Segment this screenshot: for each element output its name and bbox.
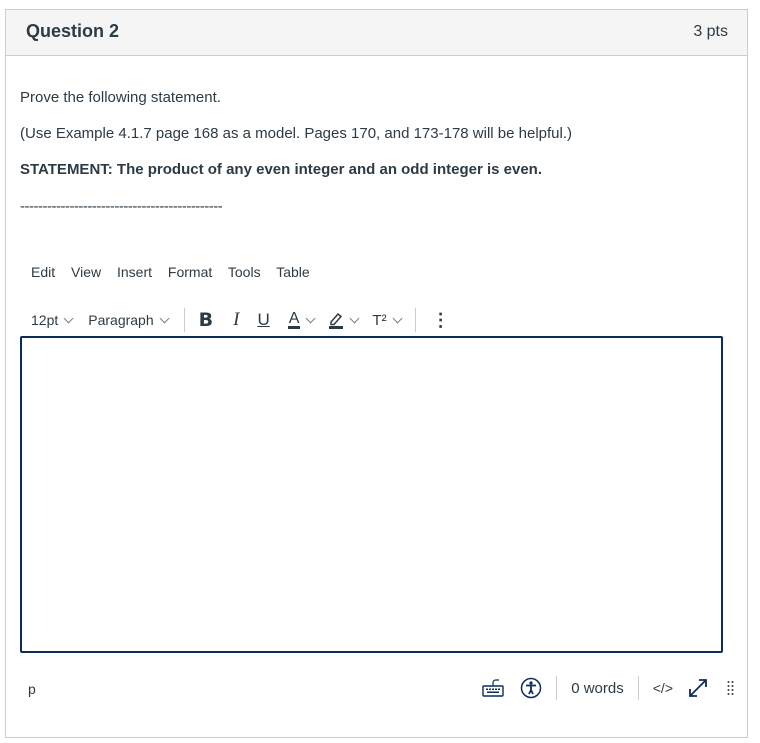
superscript-icon: T² [372,311,387,329]
question-points: 3 pts [693,23,728,40]
toolbar-separator [414,308,416,332]
menu-view[interactable]: View [71,264,101,280]
menu-format[interactable]: Format [168,264,212,280]
chevron-down-icon [392,313,403,323]
menu-insert[interactable]: Insert [117,264,152,280]
question-header: Question 2 3 pts [6,10,747,56]
underline-button[interactable]: U [257,310,269,330]
highlighter-icon [328,311,344,329]
font-size-value: 12pt [31,312,59,328]
toolbar-separator [183,308,185,332]
statusbar-separator [637,676,639,700]
editor-menubar: Edit View Insert Format Tools Table [31,264,322,280]
word-count[interactable]: 0 words [571,680,624,697]
block-format-value: Paragraph [88,312,154,328]
divider-line: ----------------------------------------… [20,198,223,215]
question-statement: STATEMENT: The product of any even integ… [20,161,543,178]
highlight-color-button[interactable] [328,311,360,329]
menu-tools[interactable]: Tools [228,264,261,280]
html-editor-toggle[interactable]: </> [653,680,673,696]
superscript-button[interactable]: T² [372,311,403,329]
question-hint: (Use Example 4.1.7 page 168 as a model. … [20,125,573,142]
more-options-button[interactable]: ⋮ [432,310,450,331]
chevron-down-icon [349,313,360,323]
menu-edit[interactable]: Edit [31,264,55,280]
chevron-down-icon [159,313,170,323]
bold-button[interactable]: B [199,309,213,331]
rich-text-editor[interactable] [20,336,723,653]
block-format-dropdown[interactable]: Paragraph [88,312,170,328]
statusbar-separator [556,676,558,700]
editor-toolbar: 12pt Paragraph B I U A T² ⋮ [31,302,450,338]
chevron-down-icon [63,313,74,323]
menu-table[interactable]: Table [276,264,309,280]
question-instruction: Prove the following statement. [20,89,221,106]
resize-handle-icon[interactable] [727,680,735,696]
font-color-icon: A [287,310,301,329]
element-path[interactable]: p [28,681,36,697]
font-color-button[interactable]: A [287,310,316,329]
fullscreen-icon[interactable] [687,677,709,699]
keyboard-icon[interactable] [482,679,504,697]
editor-statusbar: 0 words </> [482,672,735,704]
chevron-down-icon [305,313,316,323]
accessibility-checker-icon[interactable] [520,677,542,699]
question-title: Question 2 [26,21,120,41]
italic-button[interactable]: I [233,309,239,331]
font-size-dropdown[interactable]: 12pt [31,312,74,328]
